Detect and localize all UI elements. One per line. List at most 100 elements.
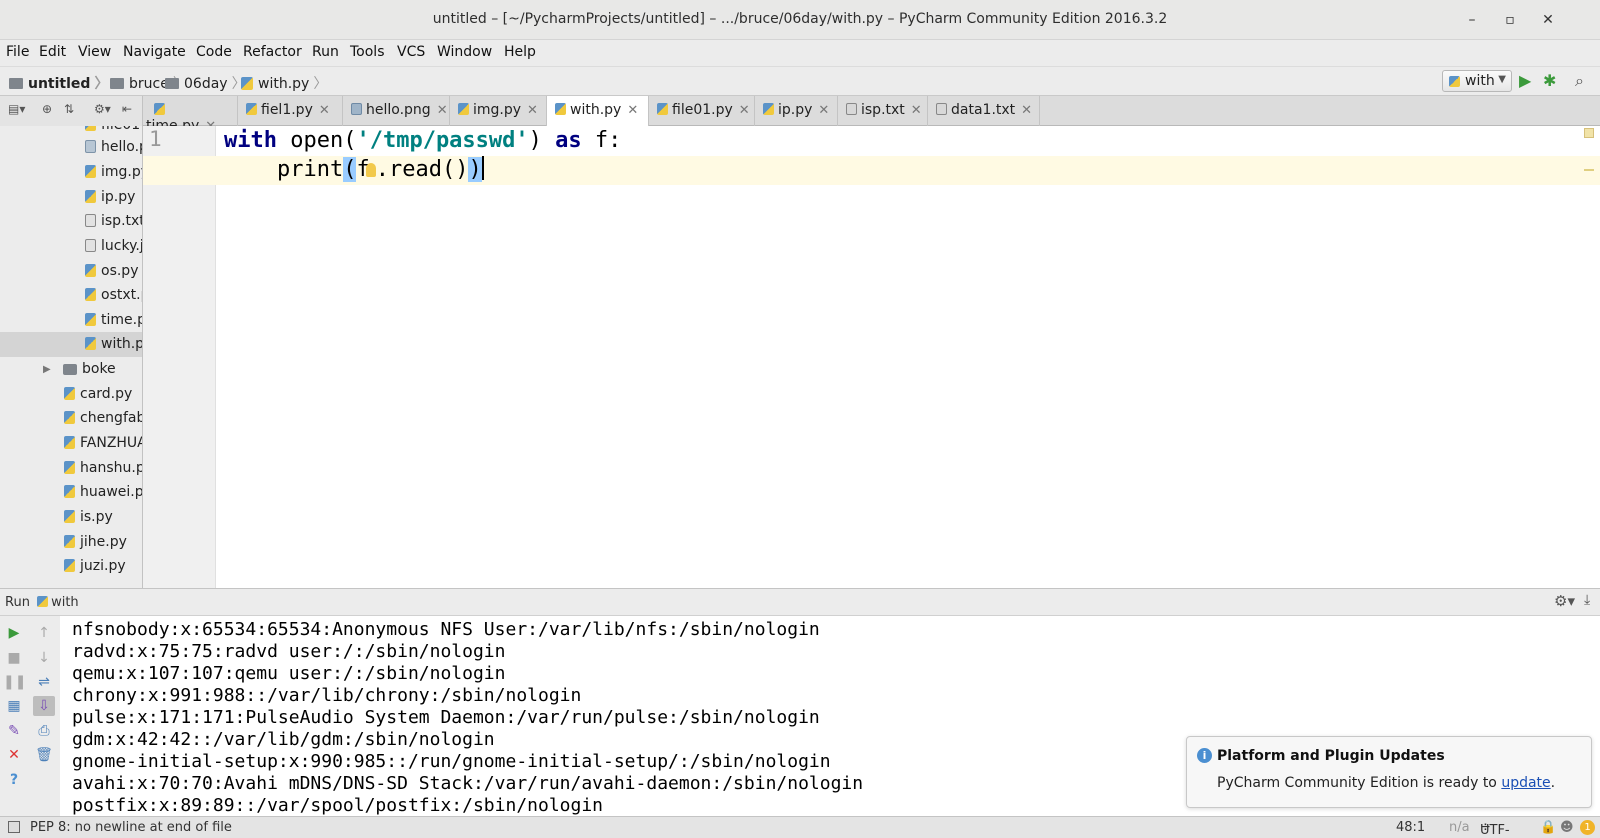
- tree-item[interactable]: FANZHUA: [64, 431, 142, 456]
- close-icon[interactable]: ✕: [911, 103, 922, 118]
- trash-icon[interactable]: 🗑: [33, 745, 55, 765]
- gear-icon[interactable]: ⚙▾: [1554, 592, 1575, 610]
- pause-icon[interactable]: ❚❚: [3, 672, 26, 692]
- menu-window[interactable]: Window: [437, 44, 492, 60]
- breadcrumb-06day[interactable]: 06day 〉: [165, 73, 246, 93]
- breadcrumb-with-py[interactable]: with.py 〉: [241, 73, 327, 93]
- search-icon[interactable]: ⌕: [1575, 71, 1584, 91]
- close-icon[interactable]: ✕: [319, 103, 330, 118]
- run-icon[interactable]: ▶: [1519, 71, 1531, 91]
- menu-file[interactable]: File: [6, 44, 29, 60]
- update-link[interactable]: update: [1501, 775, 1550, 791]
- collapse-all-icon[interactable]: ⇅: [64, 102, 74, 116]
- console-line: avahi:x:70:70:Avahi mDNS/DNS-SD Stack:/v…: [72, 773, 864, 794]
- run-panel-title: Run with: [5, 595, 79, 610]
- tab-hello-png[interactable]: hello.png ✕: [343, 96, 450, 126]
- pin-icon[interactable]: ✎: [3, 721, 25, 741]
- event-log-badge[interactable]: 1: [1580, 820, 1595, 835]
- up-arrow-icon[interactable]: ↑: [33, 623, 55, 643]
- tab-time-py[interactable]: time.py✕: [146, 96, 238, 134]
- tree-item[interactable]: is.py: [64, 505, 113, 530]
- close-icon[interactable]: ✕: [818, 103, 829, 118]
- caret-position[interactable]: 48:1: [1396, 820, 1425, 835]
- tree-item[interactable]: time.p: [85, 308, 142, 333]
- print-icon[interactable]: ⎙: [33, 721, 55, 741]
- lock-icon[interactable]: 🔒: [1540, 820, 1556, 835]
- down-arrow-icon[interactable]: ↓: [33, 648, 55, 668]
- close-icon[interactable]: ✕: [527, 103, 538, 118]
- tree-item[interactable]: hello.p: [85, 135, 142, 160]
- inspector-icon[interactable]: ☻: [1560, 820, 1574, 835]
- file-encoding[interactable]: UTF-8÷: [1480, 820, 1510, 838]
- tab-data1-txt[interactable]: data1.txt ✕: [928, 96, 1040, 126]
- tree-item[interactable]: img.py: [85, 160, 142, 185]
- tool-windows-icon[interactable]: [8, 821, 20, 833]
- folder-icon: [110, 78, 124, 89]
- hide-icon[interactable]: ⇤: [122, 102, 132, 116]
- project-view-icon[interactable]: ▤▾: [8, 102, 25, 116]
- close-icon[interactable]: ✕: [1021, 103, 1032, 118]
- close-icon[interactable]: ✕: [739, 103, 750, 118]
- tab-fiel1-py[interactable]: fiel1.py ✕: [238, 96, 343, 126]
- folder-icon: [165, 78, 179, 89]
- tree-item[interactable]: ip.py: [85, 185, 135, 210]
- scroll-from-source-icon[interactable]: ⊕: [42, 102, 52, 116]
- update-notification[interactable]: i Platform and Plugin Updates PyCharm Co…: [1186, 736, 1592, 808]
- python-file-icon: [154, 103, 165, 115]
- menu-view[interactable]: View: [78, 44, 111, 60]
- menu-edit[interactable]: Edit: [39, 44, 66, 60]
- code-editor[interactable]: with open('/tmp/passwd') as f: print(f .r…: [143, 126, 1600, 588]
- line-separator[interactable]: n/a: [1449, 820, 1470, 835]
- hide-panel-icon[interactable]: ⤓: [1584, 592, 1590, 608]
- menu-code[interactable]: Code: [196, 44, 232, 60]
- close-icon[interactable]: ✕: [3, 745, 25, 765]
- folder-icon: [9, 78, 23, 89]
- warning-marker[interactable]: [1584, 169, 1594, 171]
- menu-vcs[interactable]: VCS: [397, 44, 425, 60]
- menu-tools[interactable]: Tools: [350, 44, 385, 60]
- tab-isp-txt[interactable]: isp.txt ✕: [838, 96, 928, 126]
- tree-item[interactable]: jihe.py: [64, 530, 127, 555]
- tree-item[interactable]: isp.txt: [85, 209, 142, 234]
- maximize-button[interactable]: ▫: [1500, 10, 1520, 30]
- run-configuration-select[interactable]: with ▼: [1442, 70, 1512, 92]
- inspection-status-icon[interactable]: [1584, 128, 1594, 138]
- tree-item[interactable]: hanshu.py: [64, 456, 142, 481]
- soft-wrap-icon[interactable]: ⇌: [33, 672, 55, 692]
- tab-ip-py[interactable]: ip.py ✕: [755, 96, 838, 126]
- scroll-to-end-icon[interactable]: ⇩: [33, 696, 55, 716]
- folder-icon: [63, 364, 77, 375]
- text-file-icon: [936, 103, 947, 115]
- lightbulb-icon[interactable]: [365, 163, 376, 177]
- python-file-icon: [555, 103, 566, 115]
- tree-item[interactable]: ostxt.p: [85, 283, 142, 308]
- tree-item[interactable]: lucky.j: [85, 234, 142, 259]
- breadcrumb-untitled[interactable]: untitled 〉: [9, 73, 108, 93]
- debug-icon[interactable]: ✱: [1543, 71, 1556, 91]
- tab-with-py[interactable]: with.py ✕: [547, 96, 649, 126]
- menu-run[interactable]: Run: [312, 44, 339, 60]
- tree-item[interactable]: juzi.py: [64, 554, 126, 579]
- tab-img-py[interactable]: img.py ✕: [450, 96, 547, 126]
- menu-help[interactable]: Help: [504, 44, 536, 60]
- close-icon[interactable]: ✕: [627, 103, 638, 118]
- stop-icon[interactable]: ■: [3, 648, 25, 668]
- python-file-icon: [37, 596, 49, 607]
- rerun-icon[interactable]: ▶: [3, 623, 25, 643]
- tree-item[interactable]: huawei.py: [64, 480, 142, 505]
- help-icon[interactable]: ?: [3, 770, 25, 790]
- tree-folder[interactable]: boke: [63, 357, 116, 382]
- tree-item[interactable]: chengfab: [64, 406, 142, 431]
- tree-item[interactable]: os.py: [85, 259, 138, 284]
- tab-file01-py[interactable]: file01.py ✕: [649, 96, 755, 126]
- close-icon[interactable]: ✕: [437, 103, 448, 118]
- layout-icon[interactable]: ▦: [3, 696, 25, 716]
- menu-navigate[interactable]: Navigate: [123, 44, 186, 60]
- tree-item-selected[interactable]: with.p: [0, 332, 142, 357]
- minimize-button[interactable]: –: [1462, 10, 1482, 30]
- gear-icon[interactable]: ⚙▾: [94, 102, 111, 116]
- expand-arrow-icon[interactable]: ▶: [43, 357, 51, 382]
- tree-item[interactable]: card.py: [64, 382, 132, 407]
- menu-refactor[interactable]: Refactor: [243, 44, 302, 60]
- close-button[interactable]: ✕: [1538, 10, 1558, 30]
